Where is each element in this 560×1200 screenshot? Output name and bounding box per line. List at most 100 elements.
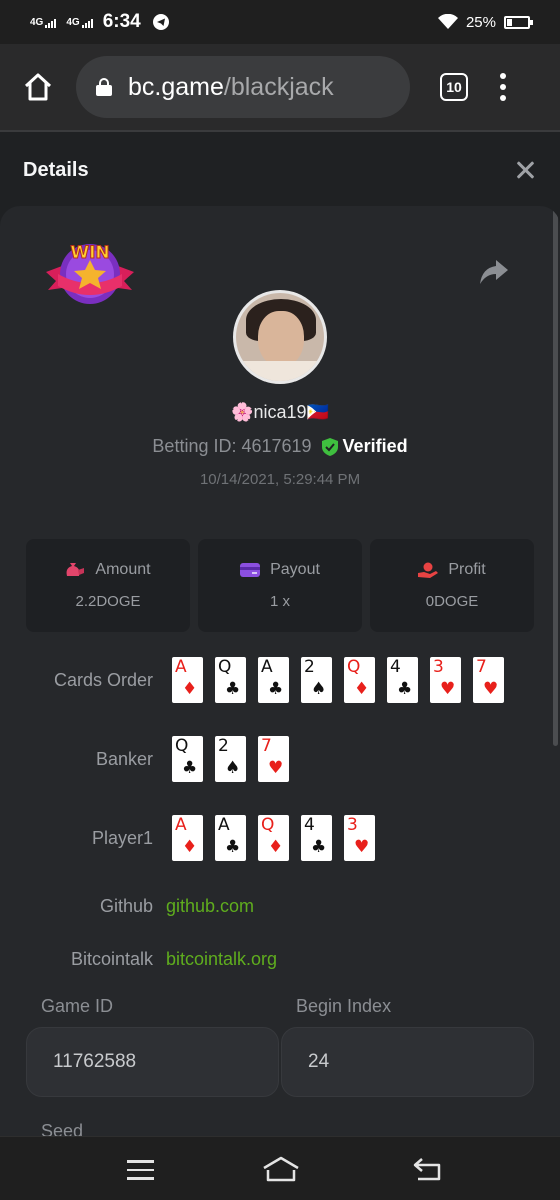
github-link[interactable]: github.com — [166, 896, 254, 917]
verified-badge: Verified — [321, 436, 408, 457]
card-suit: ♦ — [268, 837, 284, 857]
card-suit: ♠ — [311, 679, 327, 699]
playing-card: Q ♣ — [172, 736, 203, 782]
profit-value: 0DOGE — [425, 593, 479, 610]
seed-label: Seed — [41, 1121, 84, 1136]
github-row: Github github.com — [0, 896, 254, 917]
cards-order-list: A ♦ Q ♣ A ♣ 2 ♠ Q ♦ 4 ♣ 3 ♥ 7 ♥ — [172, 657, 504, 703]
dialog-header: Details — [0, 134, 560, 206]
network-indicator-2: 4G — [66, 17, 93, 28]
browser-toolbar: bc.game/blackjack 10 — [0, 44, 560, 132]
playing-card: 4 ♣ — [387, 657, 418, 703]
game-id-label: Game ID — [41, 996, 114, 1016]
address-bar[interactable]: bc.game/blackjack — [76, 56, 410, 118]
telegram-icon — [152, 14, 169, 30]
betting-id: Betting ID: 4617619 — [152, 436, 312, 456]
bet-date: 10/14/2021, 5:29:44 PM — [199, 471, 361, 488]
username: 🌸nica19🇵🇭 — [231, 402, 329, 422]
card-rank: A — [175, 657, 187, 677]
card-rank: 2 — [304, 657, 315, 677]
card-rank: Q — [261, 815, 275, 835]
card-suit: ♦ — [182, 679, 198, 699]
back-button[interactable] — [412, 1157, 442, 1181]
payout-value: 1 x — [269, 593, 290, 610]
bitcointalk-row: Bitcointalk bitcointalk.org — [0, 949, 277, 970]
playing-card: Q ♣ — [215, 657, 246, 703]
close-button[interactable] — [513, 158, 537, 182]
begin-index-field[interactable]: 24 — [281, 1027, 534, 1097]
lock-icon — [96, 78, 112, 96]
card-rank: 4 — [304, 815, 315, 835]
playing-card: A ♣ — [215, 815, 246, 861]
wifi-icon — [437, 14, 458, 29]
card-rank: Q — [218, 657, 232, 677]
playing-card: 3 ♥ — [344, 815, 375, 861]
signal-icon — [45, 18, 57, 28]
recent-apps-button[interactable] — [127, 1160, 154, 1180]
banker-cards: Q ♣ 2 ♠ 7 ♥ — [172, 736, 289, 782]
browser-home-button[interactable] — [18, 67, 58, 107]
player1-label: Player1 — [91, 827, 153, 848]
dialog-title: Details — [23, 158, 89, 181]
card-rank: A — [218, 815, 230, 835]
card-suit: ♥ — [354, 837, 370, 857]
game-id-field[interactable]: 11762588 — [26, 1027, 279, 1097]
card-rank: A — [261, 657, 273, 677]
url-path: /blackjack — [223, 72, 334, 101]
github-label: Github — [99, 896, 153, 916]
banker-label: Banker — [95, 748, 153, 769]
playing-card: 7 ♥ — [473, 657, 504, 703]
system-home-button[interactable] — [262, 1156, 300, 1182]
avatar — [233, 290, 327, 384]
card-suit: ♣ — [268, 679, 284, 699]
win-badge-label: WIN — [70, 243, 109, 263]
player1-cards: A ♦ A ♣ Q ♦ 4 ♣ 3 ♥ — [172, 815, 375, 861]
stat-profit: Profit 0DOGE — [370, 539, 534, 632]
begin-index-label: Begin Index — [296, 996, 392, 1016]
home-icon — [24, 73, 52, 101]
playing-card: 7 ♥ — [258, 736, 289, 782]
card-suit: ♦ — [354, 679, 370, 699]
card-suit: ♣ — [225, 679, 241, 699]
card-suit: ♣ — [225, 837, 241, 857]
shield-check-icon — [321, 437, 338, 456]
network-indicator-1: 4G — [30, 17, 57, 28]
share-button[interactable] — [478, 258, 510, 286]
tab-switcher-button[interactable]: 10 — [440, 73, 468, 101]
card-rank: 3 — [433, 657, 444, 677]
amount-value: 2.2DOGE — [75, 593, 141, 610]
hand-coin-icon — [418, 562, 439, 578]
card-suit: ♠ — [225, 758, 241, 778]
cards-order-row: Cards Order A ♦ Q ♣ A ♣ 2 ♠ Q ♦ 4 ♣ 3 ♥ 7 ♥ — [0, 657, 504, 703]
wallet-icon — [240, 563, 261, 577]
system-nav-bar — [0, 1136, 560, 1200]
playing-card: 2 ♠ — [301, 657, 332, 703]
money-bag-icon — [66, 563, 85, 576]
card-suit: ♣ — [311, 837, 327, 857]
playing-card: 2 ♠ — [215, 736, 246, 782]
cards-order-label: Cards Order — [53, 669, 153, 690]
playing-card: A ♣ — [258, 657, 289, 703]
share-icon — [480, 260, 508, 284]
card-rank: 7 — [476, 657, 487, 677]
card-suit: ♣ — [397, 679, 413, 699]
card-rank: 2 — [218, 736, 229, 756]
battery-percent: 25% — [465, 13, 496, 31]
card-rank: 3 — [347, 815, 358, 835]
back-icon — [413, 1158, 441, 1181]
bet-details-panel: WIN 🌸nica19🇵🇭 Betting ID: 4617619 Verifi… — [0, 206, 560, 1136]
card-rank: A — [175, 815, 187, 835]
card-rank: Q — [175, 736, 189, 756]
stat-amount: Amount 2.2DOGE — [26, 539, 190, 632]
win-badge: WIN — [46, 243, 134, 304]
playing-card: Q ♦ — [258, 815, 289, 861]
card-suit: ♥ — [483, 679, 499, 699]
browser-menu-button[interactable] — [500, 73, 506, 101]
betting-id-line: Betting ID: 4617619 Verified — [0, 436, 560, 457]
card-suit: ♥ — [440, 679, 456, 699]
card-suit: ♣ — [182, 758, 198, 778]
bitcointalk-link[interactable]: bitcointalk.org — [166, 949, 277, 970]
card-rank: 7 — [261, 736, 272, 756]
banker-row: Banker Q ♣ 2 ♠ 7 ♥ — [0, 736, 289, 782]
bitcointalk-label: Bitcointalk — [70, 949, 153, 969]
